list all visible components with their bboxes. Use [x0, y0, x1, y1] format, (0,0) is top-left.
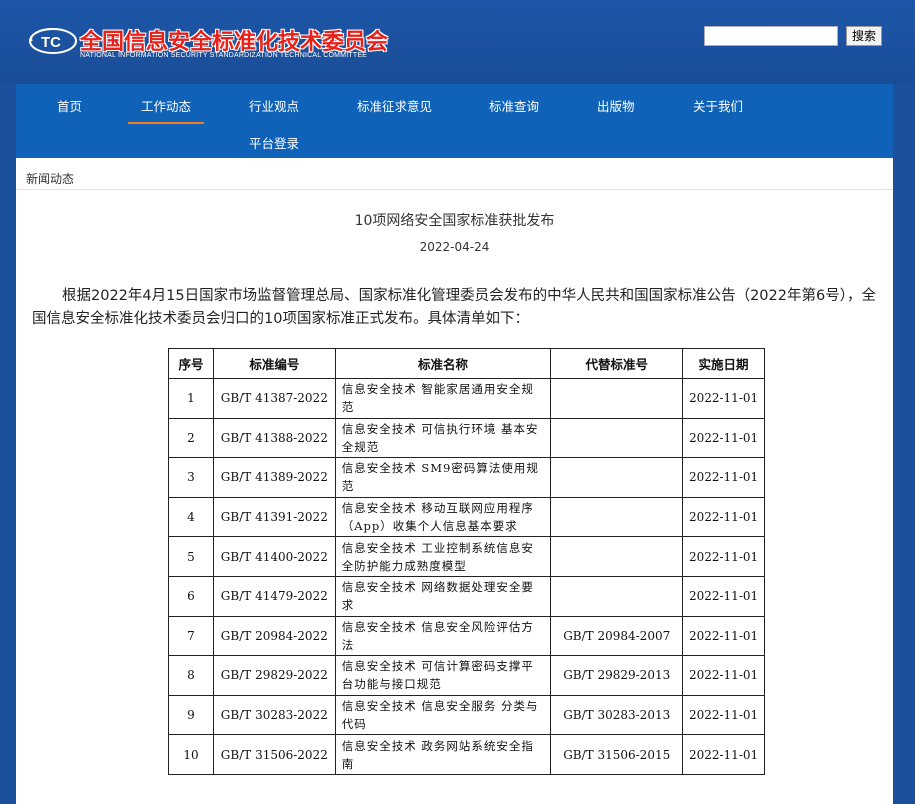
cell-index: 7: [168, 615, 214, 657]
cell-effective-date: 2022-11-01: [682, 734, 765, 775]
cell-index: 6: [168, 575, 214, 617]
logo-mark-text: TC: [41, 34, 61, 51]
col-header-std-number: 标准编号: [212, 348, 336, 379]
table-row: 5 GB/T 41400-2022 信息安全技术 工业控制系统信息安全防护能力成熟度…: [168, 536, 765, 577]
cell-index: 10: [168, 734, 214, 775]
cell-effective-date: 2022-11-01: [682, 536, 765, 577]
col-header-effective-date: 实施日期: [682, 348, 765, 379]
search-button[interactable]: 搜索: [846, 26, 882, 46]
logo-subtitle: NATIONAL INFORMATION SECURITY STANDARDIZ…: [80, 52, 368, 59]
nav-item-home[interactable]: 首页: [57, 96, 82, 115]
cell-index: 9: [168, 694, 214, 736]
nav-item-work-news[interactable]: 工作动态: [141, 96, 191, 115]
site-header: TC 全国信息安全标准化技术委员会 NATIONAL INFORMATION S…: [0, 0, 915, 84]
cell-index: 8: [168, 655, 214, 696]
table-row: 9 GB/T 30283-2022 信息安全技术 信息安全服务 分类与代码 GB/T …: [168, 694, 765, 736]
table-row: 10 GB/T 31506-2022 信息安全技术 政务网站系统安全指南 GB/T 3…: [168, 734, 765, 775]
breadcrumb: 新闻动态: [16, 158, 893, 190]
article-title: 10项网络安全国家标准获批发布: [354, 213, 555, 229]
cell-index: 1: [168, 378, 214, 419]
breadcrumb-link-news[interactable]: 新闻动态: [26, 172, 74, 186]
nav-active-indicator: [128, 122, 204, 124]
cell-effective-date: 2022-11-01: [682, 457, 765, 498]
cell-std-number: GB/T 41387-2022: [212, 378, 336, 419]
table-row: 8 GB/T 29829-2022 信息安全技术 可信计算密码支撑平台功能与接口规范…: [168, 655, 765, 696]
article-date: 2022-04-24: [419, 240, 490, 254]
main-content: 新闻动态 10项网络安全国家标准获批发布 2022-04-24 根据2022年4…: [16, 158, 893, 804]
standards-table: 序号 标准编号 标准名称 代替标准号 实施日期 1 GB/T 41387-2022…: [168, 348, 765, 775]
nav-item-standard-query[interactable]: 标准查询: [489, 96, 539, 115]
cell-effective-date: 2022-11-01: [682, 378, 765, 419]
cell-index: 2: [168, 417, 214, 459]
cell-replaces: [550, 575, 684, 617]
table-row: 3 GB/T 41389-2022 信息安全技术 SM9密码算法使用规范 2022-1…: [168, 457, 765, 498]
cell-std-number: GB/T 31506-2022: [212, 734, 336, 775]
cell-replaces: GB/T 31506-2015: [550, 734, 684, 775]
cell-std-name: 信息安全技术 信息安全风险评估方法: [334, 615, 552, 657]
nav-item-publications[interactable]: 出版物: [597, 96, 635, 115]
nav-item-platform-login[interactable]: 平台登录: [249, 133, 299, 152]
cell-replaces: [550, 496, 684, 538]
cell-std-name: 信息安全技术 工业控制系统信息安全防护能力成熟度模型: [334, 536, 552, 577]
cell-std-name: 信息安全技术 SM9密码算法使用规范: [334, 457, 552, 498]
cell-replaces: GB/T 20984-2007: [550, 615, 684, 657]
cell-effective-date: 2022-11-01: [682, 655, 765, 696]
cell-std-name: 信息安全技术 智能家居通用安全规范: [334, 378, 552, 419]
table-row: 6 GB/T 41479-2022 信息安全技术 网络数据处理安全要求 2022-11…: [168, 575, 765, 617]
table-row: 1 GB/T 41387-2022 信息安全技术 智能家居通用安全规范 2022-11…: [168, 378, 765, 419]
cell-effective-date: 2022-11-01: [682, 496, 765, 538]
cell-std-number: GB/T 30283-2022: [212, 694, 336, 736]
table-header-row: 序号 标准编号 标准名称 代替标准号 实施日期: [168, 348, 765, 379]
cell-std-name: 信息安全技术 网络数据处理安全要求: [334, 575, 552, 617]
main-nav: 首页 工作动态 行业观点 标准征求意见 标准查询 出版物 关于我们 平台登录: [16, 84, 893, 158]
cell-index: 4: [168, 496, 214, 538]
cell-std-number: GB/T 41479-2022: [212, 575, 336, 617]
col-header-replaces: 代替标准号: [550, 348, 684, 379]
search-input[interactable]: [704, 26, 838, 46]
cell-effective-date: 2022-11-01: [682, 615, 765, 657]
cell-effective-date: 2022-11-01: [682, 575, 765, 617]
cell-std-name: 信息安全技术 可信执行环境 基本安全规范: [334, 417, 552, 459]
nav-item-standard-comments[interactable]: 标准征求意见: [357, 96, 432, 115]
cell-index: 3: [168, 457, 214, 498]
cell-std-number: GB/T 41400-2022: [212, 536, 336, 577]
table-row: 7 GB/T 20984-2022 信息安全技术 信息安全风险评估方法 GB/T 20…: [168, 615, 765, 657]
col-header-std-name: 标准名称: [334, 348, 552, 379]
col-header-index: 序号: [168, 348, 214, 379]
cell-std-number: GB/T 41391-2022: [212, 496, 336, 538]
cell-std-number: GB/T 41389-2022: [212, 457, 336, 498]
site-logo[interactable]: TC 全国信息安全标准化技术委员会 NATIONAL INFORMATION S…: [28, 22, 388, 64]
cell-effective-date: 2022-11-01: [682, 694, 765, 736]
article-paragraph: 根据2022年4月15日国家市场监督管理总局、国家标准化管理委员会发布的中华人民…: [32, 288, 876, 327]
nav-item-about-us[interactable]: 关于我们: [693, 96, 743, 115]
nav-item-industry-views[interactable]: 行业观点: [249, 96, 299, 115]
cell-replaces: GB/T 29829-2013: [550, 655, 684, 696]
cell-std-name: 信息安全技术 可信计算密码支撑平台功能与接口规范: [334, 655, 552, 696]
cell-index: 5: [168, 536, 214, 577]
cell-replaces: [550, 378, 684, 419]
table-row: 2 GB/T 41388-2022 信息安全技术 可信执行环境 基本安全规范 2022…: [168, 417, 765, 459]
tc-logo-icon: TC: [29, 27, 77, 54]
cell-std-name: 信息安全技术 移动互联网应用程序（App）收集个人信息基本要求: [334, 496, 552, 538]
cell-replaces: [550, 417, 684, 459]
cell-std-name: 信息安全技术 政务网站系统安全指南: [334, 734, 552, 775]
cell-std-number: GB/T 29829-2022: [212, 655, 336, 696]
table-row: 4 GB/T 41391-2022 信息安全技术 移动互联网应用程序（App）收集个…: [168, 496, 765, 538]
cell-replaces: [550, 457, 684, 498]
cell-replaces: GB/T 30283-2013: [550, 694, 684, 736]
cell-std-number: GB/T 41388-2022: [212, 417, 336, 459]
cell-effective-date: 2022-11-01: [682, 417, 765, 459]
cell-std-number: GB/T 20984-2022: [212, 615, 336, 657]
cell-std-name: 信息安全技术 信息安全服务 分类与代码: [334, 694, 552, 736]
cell-replaces: [550, 536, 684, 577]
